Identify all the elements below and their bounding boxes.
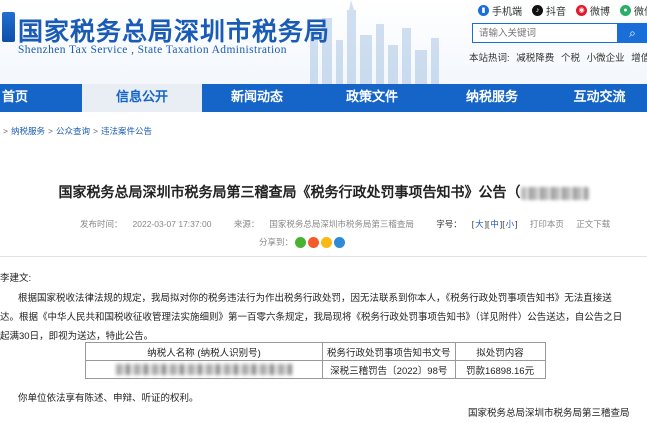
weibo-icon: ◉ (576, 5, 587, 16)
signature: 国家税务总局深圳市税务局第三稽查局 (468, 408, 630, 419)
published-label: 发布时间： (80, 219, 123, 229)
search-input[interactable] (472, 23, 618, 43)
article-title-text: 国家税务总局深圳市税务局第三稽查局《税务行政处罚事项告知书》公告（ (58, 185, 521, 201)
share-weibo-icon[interactable] (308, 236, 320, 248)
wechat-link[interactable]: ● 微信 (620, 3, 647, 18)
hot-words-label: 本站热词: (469, 53, 510, 64)
table-row: 深税三稽罚告〔2022〕98号 罚款16898.16元 (85, 360, 546, 379)
mobile-link[interactable]: ▮ 手机端 (478, 3, 522, 18)
table-cell-doc-number: 深税三稽罚告〔2022〕98号 (322, 360, 456, 379)
mobile-link-label: 手机端 (492, 7, 522, 18)
rights-statement: 你单位依法享有陈述、申辩、听证的权利。 (18, 393, 199, 404)
weibo-link[interactable]: ◉ 微博 (576, 3, 610, 18)
wechat-link-label: 微信 (634, 7, 647, 18)
divider (0, 256, 647, 257)
wechat-icon: ● (620, 5, 631, 16)
table-header-cell: 纳税人名称 (纳税人识别号) (85, 342, 323, 361)
tiktok-icon: ♪ (532, 5, 543, 16)
hot-word-link[interactable]: 个税 (561, 53, 580, 64)
search-icon: ⌕ (629, 26, 636, 40)
search-button[interactable]: ⌕ (618, 23, 647, 43)
hot-word-link[interactable]: 增值税 (631, 53, 647, 64)
breadcrumb-separator: > (47, 126, 53, 136)
hot-word-link[interactable]: 减税降费 (516, 53, 554, 64)
breadcrumb-link[interactable]: 违法案件公告 (101, 126, 152, 136)
weibo-link-label: 微博 (590, 7, 610, 18)
nav-item-info-disclosure[interactable]: 信息公开 (82, 84, 202, 112)
body-paragraph: 达。根据《中华人民共和国税收征收管理法实施细则》第一百零六条规定，我局现将《税务… (0, 312, 623, 323)
source-value: 国家税务总局深圳市税务局第三稽查局 (269, 219, 414, 229)
table-cell-taxpayer (85, 360, 323, 379)
penalty-table: 纳税人名称 (纳税人识别号) 税务行政处罚事项告知书文号 拟处罚内容 深税三稽罚… (85, 342, 546, 379)
share-qzone-icon[interactable] (321, 236, 333, 248)
article-title: 国家税务总局深圳市税务局第三稽查局《税务行政处罚事项告知书》公告（ (0, 182, 647, 202)
table-header-cell: 税务行政处罚事项告知书文号 (322, 342, 456, 361)
share-label: 分享到： (259, 237, 294, 247)
main-nav: 首页 信息公开 新闻动态 政策文件 纳税服务 互动交流 (0, 84, 647, 112)
site-title: 国家税务总局深圳市税务局 (18, 17, 331, 46)
share-wechat-icon[interactable] (295, 236, 307, 248)
table-header-row: 纳税人名称 (纳税人识别号) 税务行政处罚事项告知书文号 拟处罚内容 (85, 342, 546, 361)
breadcrumb-separator: > (3, 126, 8, 136)
font-size-large[interactable]: 大 (475, 219, 484, 229)
breadcrumb-link[interactable]: 纳税服务 (11, 126, 45, 136)
site-subtitle: Shenzhen Tax Service , State Taxation Ad… (18, 44, 287, 56)
salutation: 李建文: (0, 273, 32, 284)
mobile-icon: ▮ (478, 5, 489, 16)
tiktok-link[interactable]: ♪ 抖音 (532, 3, 566, 18)
font-size-medium[interactable]: 中 (490, 219, 499, 229)
published-time: 2022-03-07 17:37:00 (132, 219, 212, 229)
body-paragraph: 根据国家税收法律法规的规定，我局拟对你的税务违法行为作出税务行政处罚，因无法联系… (18, 293, 612, 304)
print-page-link[interactable]: 打印本页 (530, 219, 564, 229)
table-header-cell: 拟处罚内容 (454, 342, 546, 361)
nav-item-policy[interactable]: 政策文件 (312, 84, 432, 112)
breadcrumb: > 纳税服务 > 公众查询 > 违法案件公告 (0, 125, 152, 137)
download-text-link[interactable]: 正文下载 (576, 219, 610, 229)
share-qq-icon[interactable] (334, 236, 346, 248)
hot-word-link[interactable]: 小微企业 (587, 53, 625, 64)
nav-item-news[interactable]: 新闻动态 (202, 84, 312, 112)
top-links: ▮ 手机端 ♪ 抖音 ◉ 微博 ● 微信 (478, 3, 647, 18)
tax-emblem-logo (2, 12, 15, 42)
table-cell-penalty: 罚款16898.16元 (454, 360, 546, 379)
breadcrumb-separator: > (92, 126, 98, 136)
body-paragraph: 起满30日，即视为送达，特此公告。 (0, 331, 154, 342)
share-bar: 分享到： (259, 236, 346, 248)
tiktok-link-label: 抖音 (546, 7, 566, 18)
font-size-label: 字号： (436, 219, 462, 229)
nav-item-home[interactable]: 首页 (0, 84, 60, 112)
site-header: 国家税务总局深圳市税务局 Shenzhen Tax Service , Stat… (0, 0, 647, 84)
redacted-taxpayer-name (116, 363, 292, 375)
redacted-text (520, 186, 589, 200)
source-label: 来源： (233, 219, 260, 229)
hot-words: 本站热词: 减税降费 个税 小微企业 增值税 (469, 50, 647, 64)
nav-item-tax-service[interactable]: 纳税服务 (432, 84, 552, 112)
article-meta: 发布时间： 2022-03-07 17:37:00 来源： 国家税务总局深圳市税务局… (80, 219, 611, 229)
nav-item-interaction[interactable]: 互动交流 (552, 84, 647, 112)
font-size-small[interactable]: 小 (506, 219, 515, 229)
breadcrumb-link[interactable]: 公众查询 (56, 126, 90, 136)
